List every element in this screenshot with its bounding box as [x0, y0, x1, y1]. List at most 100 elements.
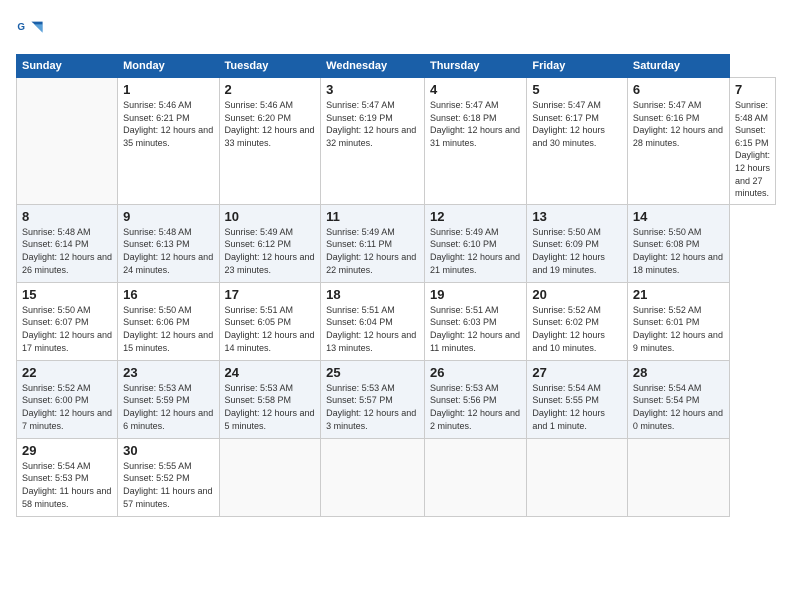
week-row-3: 15 Sunrise: 5:50 AM Sunset: 6:07 PM Dayl… — [17, 282, 776, 360]
day-number: 11 — [326, 209, 419, 224]
week-row-1: 1 Sunrise: 5:46 AM Sunset: 6:21 PM Dayli… — [17, 78, 776, 205]
day-info: Sunrise: 5:52 AM Sunset: 6:02 PM Dayligh… — [532, 304, 622, 354]
day-cell-19: 19 Sunrise: 5:51 AM Sunset: 6:03 PM Dayl… — [424, 282, 526, 360]
day-info: Sunrise: 5:46 AM Sunset: 6:21 PM Dayligh… — [123, 99, 213, 149]
day-number: 3 — [326, 82, 419, 97]
day-number: 4 — [430, 82, 521, 97]
day-number: 10 — [225, 209, 316, 224]
day-number: 12 — [430, 209, 521, 224]
header-wednesday: Wednesday — [321, 55, 425, 78]
day-cell-29: 29 Sunrise: 5:54 AM Sunset: 5:53 PM Dayl… — [17, 438, 118, 516]
day-info: Sunrise: 5:47 AM Sunset: 6:16 PM Dayligh… — [633, 99, 724, 149]
day-info: Sunrise: 5:51 AM Sunset: 6:03 PM Dayligh… — [430, 304, 521, 354]
day-info: Sunrise: 5:48 AM Sunset: 6:15 PM Dayligh… — [735, 99, 770, 200]
day-number: 20 — [532, 287, 622, 302]
header-tuesday: Tuesday — [219, 55, 321, 78]
day-number: 18 — [326, 287, 419, 302]
day-number: 1 — [123, 82, 213, 97]
day-info: Sunrise: 5:53 AM Sunset: 5:56 PM Dayligh… — [430, 382, 521, 432]
header-sunday: Sunday — [17, 55, 118, 78]
day-info: Sunrise: 5:46 AM Sunset: 6:20 PM Dayligh… — [225, 99, 316, 149]
day-info: Sunrise: 5:49 AM Sunset: 6:11 PM Dayligh… — [326, 226, 419, 276]
day-number: 13 — [532, 209, 622, 224]
day-number: 9 — [123, 209, 213, 224]
day-info: Sunrise: 5:47 AM Sunset: 6:19 PM Dayligh… — [326, 99, 419, 149]
day-cell-8: 8 Sunrise: 5:48 AM Sunset: 6:14 PM Dayli… — [17, 204, 118, 282]
header-friday: Friday — [527, 55, 628, 78]
day-info: Sunrise: 5:47 AM Sunset: 6:17 PM Dayligh… — [532, 99, 622, 149]
day-info: Sunrise: 5:50 AM Sunset: 6:08 PM Dayligh… — [633, 226, 724, 276]
day-info: Sunrise: 5:50 AM Sunset: 6:06 PM Dayligh… — [123, 304, 213, 354]
day-cell-2: 2 Sunrise: 5:46 AM Sunset: 6:20 PM Dayli… — [219, 78, 321, 205]
calendar-body: 1 Sunrise: 5:46 AM Sunset: 6:21 PM Dayli… — [17, 78, 776, 517]
day-info: Sunrise: 5:55 AM Sunset: 5:52 PM Dayligh… — [123, 460, 213, 510]
day-cell-4: 4 Sunrise: 5:47 AM Sunset: 6:18 PM Dayli… — [424, 78, 526, 205]
day-number: 14 — [633, 209, 724, 224]
day-number: 23 — [123, 365, 213, 380]
day-cell-25: 25 Sunrise: 5:53 AM Sunset: 5:57 PM Dayl… — [321, 360, 425, 438]
day-number: 30 — [123, 443, 213, 458]
day-cell-26: 26 Sunrise: 5:53 AM Sunset: 5:56 PM Dayl… — [424, 360, 526, 438]
logo: G — [16, 16, 48, 44]
day-info: Sunrise: 5:54 AM Sunset: 5:54 PM Dayligh… — [633, 382, 724, 432]
day-number: 6 — [633, 82, 724, 97]
logo-icon: G — [16, 16, 44, 44]
day-cell-12: 12 Sunrise: 5:49 AM Sunset: 6:10 PM Dayl… — [424, 204, 526, 282]
day-info: Sunrise: 5:51 AM Sunset: 6:05 PM Dayligh… — [225, 304, 316, 354]
day-info: Sunrise: 5:48 AM Sunset: 6:13 PM Dayligh… — [123, 226, 213, 276]
day-cell-18: 18 Sunrise: 5:51 AM Sunset: 6:04 PM Dayl… — [321, 282, 425, 360]
header-monday: Monday — [118, 55, 219, 78]
day-cell-11: 11 Sunrise: 5:49 AM Sunset: 6:11 PM Dayl… — [321, 204, 425, 282]
svg-text:G: G — [17, 22, 25, 33]
day-number: 24 — [225, 365, 316, 380]
day-number: 17 — [225, 287, 316, 302]
day-info: Sunrise: 5:53 AM Sunset: 5:59 PM Dayligh… — [123, 382, 213, 432]
day-info: Sunrise: 5:53 AM Sunset: 5:58 PM Dayligh… — [225, 382, 316, 432]
empty-cell — [527, 438, 628, 516]
day-info: Sunrise: 5:50 AM Sunset: 6:07 PM Dayligh… — [22, 304, 112, 354]
day-cell-1: 1 Sunrise: 5:46 AM Sunset: 6:21 PM Dayli… — [118, 78, 219, 205]
day-number: 5 — [532, 82, 622, 97]
day-cell-22: 22 Sunrise: 5:52 AM Sunset: 6:00 PM Dayl… — [17, 360, 118, 438]
day-cell-5: 5 Sunrise: 5:47 AM Sunset: 6:17 PM Dayli… — [527, 78, 628, 205]
day-info: Sunrise: 5:47 AM Sunset: 6:18 PM Dayligh… — [430, 99, 521, 149]
day-cell-3: 3 Sunrise: 5:47 AM Sunset: 6:19 PM Dayli… — [321, 78, 425, 205]
day-info: Sunrise: 5:50 AM Sunset: 6:09 PM Dayligh… — [532, 226, 622, 276]
day-cell-24: 24 Sunrise: 5:53 AM Sunset: 5:58 PM Dayl… — [219, 360, 321, 438]
day-cell-20: 20 Sunrise: 5:52 AM Sunset: 6:02 PM Dayl… — [527, 282, 628, 360]
week-row-2: 8 Sunrise: 5:48 AM Sunset: 6:14 PM Dayli… — [17, 204, 776, 282]
day-number: 19 — [430, 287, 521, 302]
day-info: Sunrise: 5:51 AM Sunset: 6:04 PM Dayligh… — [326, 304, 419, 354]
empty-cell — [627, 438, 729, 516]
day-info: Sunrise: 5:53 AM Sunset: 5:57 PM Dayligh… — [326, 382, 419, 432]
day-number: 15 — [22, 287, 112, 302]
day-cell-28: 28 Sunrise: 5:54 AM Sunset: 5:54 PM Dayl… — [627, 360, 729, 438]
day-cell-15: 15 Sunrise: 5:50 AM Sunset: 6:07 PM Dayl… — [17, 282, 118, 360]
header-saturday: Saturday — [627, 55, 729, 78]
day-number: 27 — [532, 365, 622, 380]
day-cell-10: 10 Sunrise: 5:49 AM Sunset: 6:12 PM Dayl… — [219, 204, 321, 282]
calendar-container: G SundayMondayTuesdayWednesdayThursdayFr… — [0, 0, 792, 527]
day-info: Sunrise: 5:54 AM Sunset: 5:53 PM Dayligh… — [22, 460, 112, 510]
day-number: 29 — [22, 443, 112, 458]
day-cell-9: 9 Sunrise: 5:48 AM Sunset: 6:13 PM Dayli… — [118, 204, 219, 282]
calendar-table: SundayMondayTuesdayWednesdayThursdayFrid… — [16, 54, 776, 517]
day-info: Sunrise: 5:48 AM Sunset: 6:14 PM Dayligh… — [22, 226, 112, 276]
header-area: G — [16, 16, 776, 44]
empty-cell — [17, 78, 118, 205]
calendar-header-row: SundayMondayTuesdayWednesdayThursdayFrid… — [17, 55, 776, 78]
empty-cell — [219, 438, 321, 516]
day-number: 8 — [22, 209, 112, 224]
day-number: 16 — [123, 287, 213, 302]
day-number: 28 — [633, 365, 724, 380]
day-number: 21 — [633, 287, 724, 302]
day-cell-21: 21 Sunrise: 5:52 AM Sunset: 6:01 PM Dayl… — [627, 282, 729, 360]
week-row-5: 29 Sunrise: 5:54 AM Sunset: 5:53 PM Dayl… — [17, 438, 776, 516]
day-cell-14: 14 Sunrise: 5:50 AM Sunset: 6:08 PM Dayl… — [627, 204, 729, 282]
day-number: 26 — [430, 365, 521, 380]
day-number: 2 — [225, 82, 316, 97]
day-info: Sunrise: 5:54 AM Sunset: 5:55 PM Dayligh… — [532, 382, 622, 432]
week-row-4: 22 Sunrise: 5:52 AM Sunset: 6:00 PM Dayl… — [17, 360, 776, 438]
day-cell-16: 16 Sunrise: 5:50 AM Sunset: 6:06 PM Dayl… — [118, 282, 219, 360]
header-thursday: Thursday — [424, 55, 526, 78]
